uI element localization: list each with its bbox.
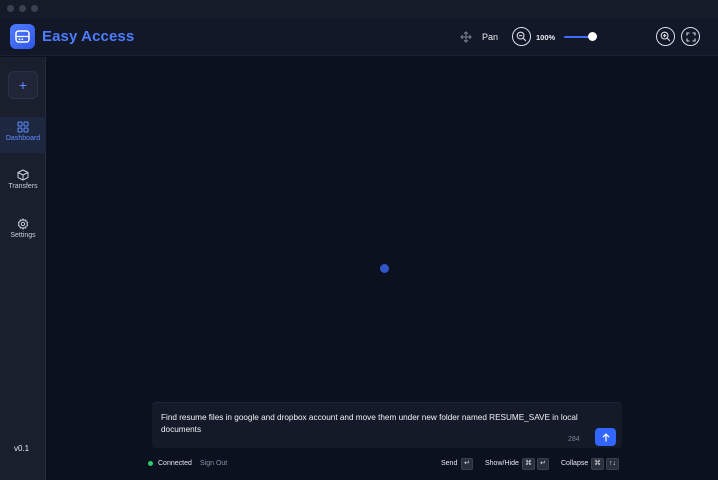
fullscreen-button[interactable] [681,27,700,46]
zoom-in-button[interactable] [656,27,675,46]
enter-key-icon: ↵ [537,458,549,470]
gear-icon [17,218,29,230]
sidebar-item-transfers[interactable]: Transfers [0,165,46,201]
chat-input-box: Find resume files in google and dropbox … [152,402,622,448]
canvas-node[interactable] [380,264,389,273]
send-shortcut-label: Send [441,460,458,467]
enter-key-icon: ↵ [461,458,473,470]
send-button[interactable] [595,428,616,446]
char-count: 284 [568,436,580,443]
pan-icon[interactable] [460,31,472,43]
app-version: v0.1 [14,444,30,453]
close-window-button[interactable] [7,5,14,12]
sidebar-item-settings[interactable]: Settings [0,214,46,250]
drive-icon [15,30,30,43]
connection-status: Connected [158,460,192,467]
command-key-icon: ⌘ [522,458,535,470]
arrows-key-icon: ↑↓ [606,458,619,470]
sign-out-link[interactable]: Sign Out [200,460,227,467]
zoom-in-icon [660,31,671,42]
zoom-out-button[interactable] [512,27,531,46]
app-header: Easy Access Pan 100% [0,18,718,56]
app-logo [10,24,35,49]
sidebar: + Dashboard Transfers Settings v0.1 [0,57,46,480]
collapse-shortcut-label: Collapse [561,460,589,467]
pan-button[interactable]: Pan [482,32,498,42]
app-title: Easy Access [42,28,135,45]
maximize-window-button[interactable] [31,5,38,12]
status-bar: Connected Sign Out Send ↵ Show/Hide ⌘ ↵ … [148,456,628,472]
zoom-out-icon [516,31,527,42]
sidebar-item-dashboard[interactable]: Dashboard [0,117,46,153]
arrow-up-icon [602,432,609,442]
show-hide-shortcut-label: Show/Hide [485,460,519,467]
zoom-slider-thumb[interactable] [588,32,597,41]
connected-status-dot [148,461,153,466]
zoom-level-value: 100% [536,33,556,42]
grid-icon [17,121,29,133]
minimize-window-button[interactable] [19,5,26,12]
box-icon [17,169,29,181]
sidebar-item-label: Settings [10,232,36,239]
new-button[interactable]: + [8,71,38,99]
command-key-icon: ⌘ [591,458,604,470]
sidebar-item-label: Transfers [8,183,38,190]
window-titlebar [0,0,718,18]
fullscreen-icon [685,31,696,42]
sidebar-item-label: Dashboard [5,135,41,142]
chat-input[interactable]: Find resume files in google and dropbox … [161,412,591,436]
